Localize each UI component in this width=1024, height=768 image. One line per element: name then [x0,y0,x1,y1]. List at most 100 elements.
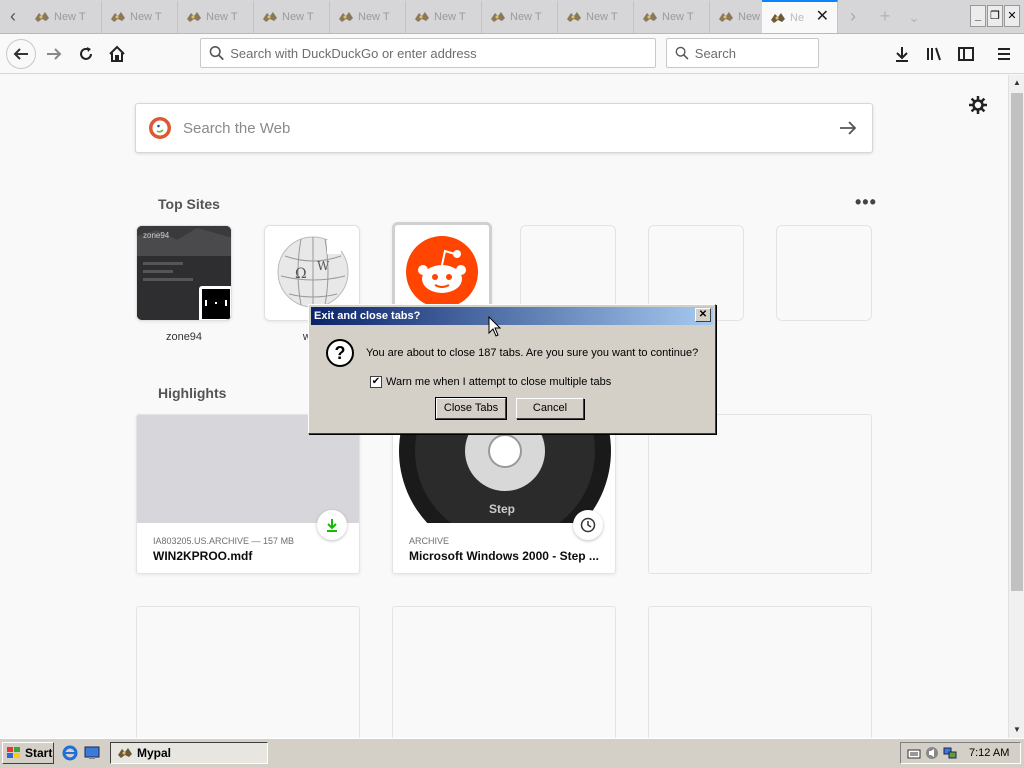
warn-checkbox[interactable]: ✔ [370,376,382,388]
reload-icon [80,47,92,60]
speaker-icon[interactable] [925,746,939,760]
forward-button[interactable] [40,40,68,68]
tab-title: New T [130,11,162,23]
home-button[interactable] [103,40,131,68]
web-search-box[interactable] [135,103,873,153]
tab[interactable]: New T [406,1,482,33]
mypal-icon [567,12,581,22]
highlight-card[interactable]: IA803205.US.ARCHIVE — 157 MB WIN2KPROO.m… [136,414,360,574]
forward-icon [47,48,62,60]
tab-active[interactable]: Ne ✕ [762,0,838,33]
menu-icon [998,48,1010,60]
highlight-source: IA803205.US.ARCHIVE — 157 MB [153,536,295,546]
back-icon [13,48,28,60]
tab-title: New T [586,11,618,23]
start-button[interactable]: Start [2,742,54,764]
scroll-down-arrow-icon[interactable]: ▼ [1009,722,1024,738]
library-icon [927,47,941,61]
mouse-pointer-icon [488,316,502,337]
svg-text:?: ? [335,343,346,363]
vertical-scrollbar[interactable]: ▲ ▼ [1008,75,1024,738]
menu-button[interactable] [990,40,1018,68]
tab-title: New T [358,11,390,23]
more-options-icon[interactable]: ••• [855,192,877,213]
svg-text:Ω: Ω [295,266,307,282]
mypal-icon [415,12,429,22]
cd-label-text: Step [489,502,515,516]
search-bar[interactable] [666,38,819,68]
downloads-button[interactable] [888,40,916,68]
close-window-icon[interactable]: ✕ [1004,5,1020,27]
warn-checkbox-row[interactable]: ✔ Warn me when I attempt to close multip… [370,376,611,388]
tab-scroll-right-icon[interactable]: › [840,0,866,34]
question-icon: ? [326,339,354,367]
dialog-close-icon[interactable]: ✕ [695,308,711,322]
dialog-message: You are about to close 187 tabs. Are you… [366,347,699,359]
search-input[interactable] [694,45,818,61]
navigation-toolbar [0,34,1024,74]
tab-title: New T [434,11,466,23]
taskbar-button-label: Mypal [137,746,172,760]
arrow-right-icon[interactable] [838,118,858,138]
tab[interactable]: New T [178,1,254,33]
keyboard-icon[interactable] [907,746,921,760]
dialog-title: Exit and close tabs? [314,310,421,322]
network-icon[interactable] [943,746,957,760]
home-icon [109,45,125,62]
tab[interactable]: New T [634,1,710,33]
top-site-label[interactable]: zone94 [136,331,232,343]
tab[interactable]: New T [482,1,558,33]
mypal-icon [263,12,277,22]
gear-icon[interactable] [968,95,988,115]
internet-explorer-icon[interactable] [62,745,78,761]
close-tab-icon[interactable]: ✕ [816,9,829,25]
mypal-icon [187,12,201,22]
highlight-badge [573,510,603,540]
highlight-card[interactable]: Step ARCHIVE Microsoft Windows 2000 - St… [392,414,616,574]
tab-title: New T [206,11,238,23]
downloads-icon [896,47,908,62]
tab[interactable]: New T [26,1,102,33]
scroll-up-arrow-icon[interactable]: ▲ [1009,75,1024,91]
tab[interactable]: New T [254,1,330,33]
download-icon [327,519,337,532]
tab-title: New T [662,11,694,23]
clock-icon [580,517,596,533]
search-icon [675,46,689,60]
close-tabs-button[interactable]: Close Tabs [435,397,507,420]
sidebar-icon [958,47,974,61]
start-label: Start [25,746,53,760]
tab[interactable]: New T [102,1,178,33]
tab-title: New T [282,11,314,23]
mypal-icon [491,12,505,22]
sidebar-button[interactable] [952,40,980,68]
duckduckgo-icon [149,117,171,139]
tab-overflow-icon[interactable]: ⌄ [904,0,924,34]
dialog-titlebar[interactable]: Exit and close tabs? ✕ [311,307,713,325]
library-button[interactable] [920,40,948,68]
restore-icon[interactable]: ❐ [987,5,1003,27]
minimize-icon[interactable]: _ [970,5,986,27]
warn-checkbox-label[interactable]: Warn me when I attempt to close multiple… [386,376,611,388]
url-bar[interactable] [200,38,656,68]
web-search-input[interactable] [183,119,783,137]
taskbar: Start Mypal 7:12 AM [0,738,1024,768]
cancel-button[interactable]: Cancel [516,398,584,419]
tab-strip: ‹ New T New T New T New T New T New T New T New… [0,0,1024,34]
highlight-title: WIN2KPROO.mdf [153,549,253,563]
reload-button[interactable] [72,40,100,68]
tab[interactable]: New T [558,1,634,33]
back-button[interactable] [6,39,36,69]
scrollbar-thumb[interactable] [1011,93,1023,591]
top-site-tile-zone94[interactable]: zone94 [136,225,232,321]
show-desktop-icon[interactable] [84,745,100,761]
tab[interactable]: New T [330,1,406,33]
mypal-icon [339,12,353,22]
mypal-icon [643,12,657,22]
new-tab-icon[interactable]: + [872,0,898,34]
url-input[interactable] [230,45,655,61]
system-tray: 7:12 AM [900,742,1021,764]
tab-scroll-left-icon[interactable]: ‹ [0,0,26,34]
zone94-thumbnail: zone94 [137,226,231,320]
taskbar-button-mypal[interactable]: Mypal [110,742,268,764]
